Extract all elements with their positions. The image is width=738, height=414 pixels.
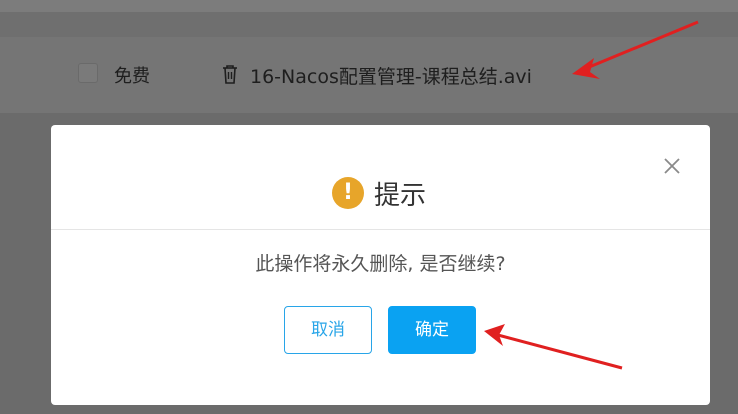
dialog-title: 提示 (374, 181, 427, 211)
background-top-bar (0, 0, 738, 12)
dialog-divider (51, 229, 710, 230)
free-label: 免费 (114, 66, 150, 87)
confirm-dialog: ! 提示 此操作将永久删除, 是否继续? 取消 确定 (51, 125, 710, 405)
file-row-checkbox[interactable] (78, 63, 98, 83)
dialog-message: 此操作将永久删除, 是否继续? (255, 253, 506, 275)
confirm-button[interactable]: 确定 (388, 306, 476, 354)
trash-icon[interactable] (220, 63, 240, 85)
cancel-button[interactable]: 取消 (284, 306, 372, 354)
close-icon[interactable] (661, 155, 683, 177)
file-name-link[interactable]: 16-Nacos配置管理-课程总结.avi (250, 62, 532, 89)
warning-icon: ! (332, 177, 364, 209)
background-row-divider (0, 12, 738, 37)
